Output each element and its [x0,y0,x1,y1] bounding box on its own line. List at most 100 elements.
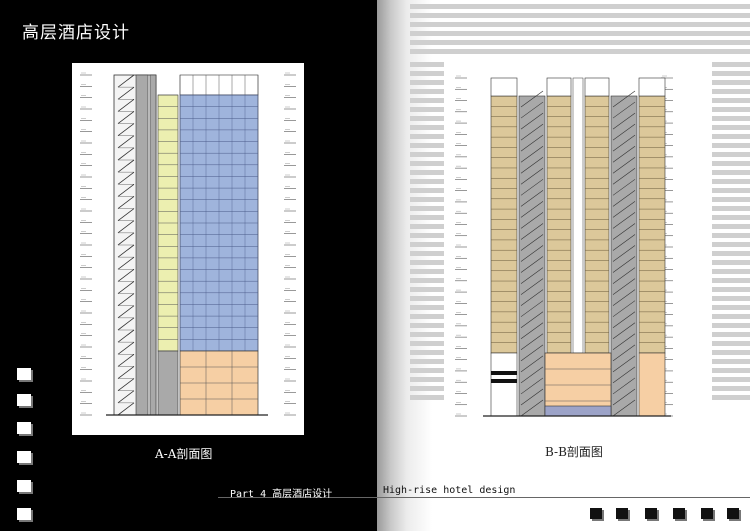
decor-stripe [410,260,444,265]
decor-stripe [712,350,750,355]
bottom-square [616,508,628,519]
room-stack [546,95,572,354]
roof-room [584,77,610,97]
elevator-shaft [135,74,149,416]
decor-stripe [410,242,444,247]
decor-stripe [410,278,444,283]
decor-stripe [712,62,750,67]
decor-stripe [712,161,750,166]
decor-stripe [712,233,750,238]
decor-stripe [712,134,750,139]
footer-part-label: Part 4 高层酒店设计 [230,489,333,500]
beam-black [491,371,517,375]
decor-stripe [410,224,444,229]
decor-stripe [410,269,444,274]
decor-stripe [410,395,444,400]
bullet-square [17,508,31,520]
decor-stripe [712,224,750,229]
pipe-shaft [149,74,157,416]
basement-band [544,405,612,417]
decor-stripe [410,4,750,9]
section-a-caption: A-A剖面图 [155,447,213,461]
room-stack [584,95,610,354]
podium-side [638,352,666,417]
decor-stripe [410,350,444,355]
bullet-square [17,394,31,406]
decor-stripe [410,314,444,319]
decor-stripe [712,107,750,112]
decor-stripe [410,197,444,202]
decor-stripe [410,206,444,211]
podium-shaft [157,350,179,416]
decor-stripe [712,332,750,337]
decor-stripe [410,323,444,328]
decor-stripe [410,170,444,175]
decor-stripe [712,296,750,301]
decor-stripe [410,296,444,301]
section-b-caption: B-B剖面图 [545,445,603,459]
decor-stripe [712,386,750,391]
decor-stripe [410,287,444,292]
decor-stripe [410,215,444,220]
decor-stripe [410,13,750,18]
section-b-sheet [449,66,679,428]
decor-stripe [712,377,750,382]
decor-stripe [712,359,750,364]
decor-stripe [410,152,444,157]
bullet-square [17,422,31,434]
section-a-drawing [80,72,296,416]
decor-stripe [712,341,750,346]
decor-stripe [410,368,444,373]
bullet-square [17,368,31,380]
decor-stripe [410,134,444,139]
decor-stripe [712,278,750,283]
decor-stripe [410,161,444,166]
decor-stripe [712,125,750,130]
decor-stripe [712,197,750,202]
decor-stripe [712,152,750,157]
decor-stripe [712,80,750,85]
decor-stripe [410,251,444,256]
bullet-square [17,480,31,492]
decor-stripe [410,71,444,76]
decor-stripe [712,395,750,400]
decor-stripe [410,332,444,337]
decor-stripe [712,215,750,220]
decor-stripe [712,242,750,247]
decor-stripe [712,368,750,373]
podium-left [490,352,518,417]
decor-stripe [410,305,444,310]
decor-stripe [712,323,750,328]
decor-stripe [410,116,444,121]
decor-stripe [712,89,750,94]
decor-stripe [712,116,750,121]
decor-stripe [410,62,444,67]
footer-english-label: High-rise hotel design [383,485,516,496]
decor-stripe [712,143,750,148]
decor-stripe [410,233,444,238]
section-a-sheet [72,63,304,435]
decor-stripe [712,179,750,184]
atrium-void [572,77,584,354]
decor-stripe [410,89,444,94]
roof-room [490,77,518,97]
beam-black [491,379,517,383]
bullet-square [17,451,31,463]
bottom-square [673,508,685,519]
decor-stripe [712,251,750,256]
bottom-square [701,508,713,519]
decor-stripe [712,305,750,310]
decor-stripe [410,40,750,45]
section-b-drawing [455,75,673,417]
roof-room [638,77,666,97]
room-stack [638,95,666,354]
bottom-square [727,508,739,519]
roof-room [546,77,572,97]
decor-stripe [712,287,750,292]
decor-stripe [410,377,444,382]
decor-stripe [410,98,444,103]
decor-stripe [410,179,444,184]
decor-stripe [410,188,444,193]
decor-stripe [712,188,750,193]
decor-stripe [712,206,750,211]
